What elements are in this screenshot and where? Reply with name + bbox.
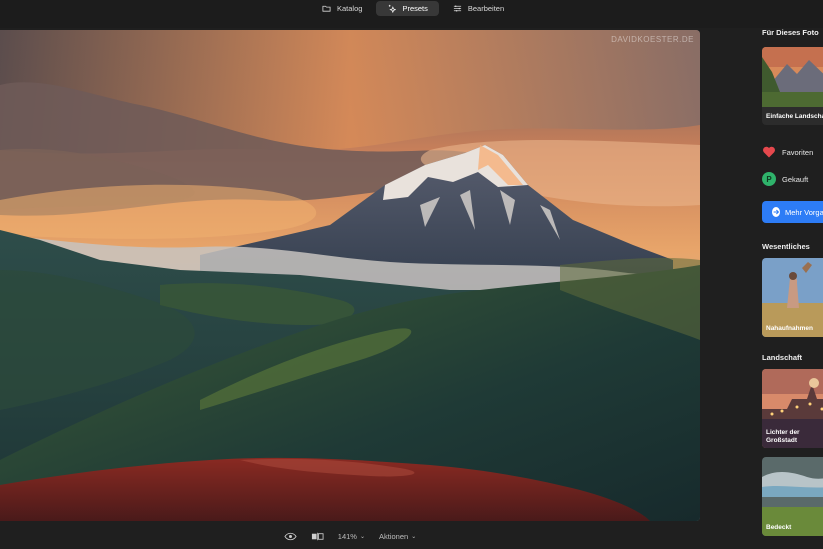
mode-tabs: Katalog Presets Bearbeiten [311, 1, 515, 17]
preset-einfache-landschaft[interactable]: Einfache Landschaft [762, 47, 823, 125]
purchased-label: Gekauft [782, 174, 809, 184]
tab-presets[interactable]: Presets [376, 1, 439, 16]
tab-presets-label: Presets [402, 4, 428, 13]
preset-label-line1: Lichter der [766, 429, 800, 436]
arrow-right-icon [772, 207, 780, 217]
tab-katalog-label: Katalog [337, 4, 363, 13]
tab-katalog[interactable]: Katalog [311, 1, 373, 16]
chevron-down-icon: ⌄ [411, 533, 417, 540]
compare-toggle[interactable] [311, 532, 324, 541]
preset-label: Bedeckt [766, 524, 792, 531]
zoom-dropdown[interactable]: 141% ⌄ [338, 532, 365, 541]
favorites-label: Favoriten [782, 147, 814, 157]
preview-toggle[interactable] [284, 532, 297, 541]
tab-bearbeiten[interactable]: Bearbeiten [442, 1, 515, 16]
watermark-text: DAVIDKOESTER.DE [611, 35, 694, 44]
chevron-down-icon: ⌄ [359, 533, 365, 540]
more-presets-button[interactable]: Mehr Vorgaben [762, 201, 823, 223]
actions-label: Aktionen [379, 531, 409, 541]
section-title-essentials: Wesentliches [762, 242, 810, 251]
preset-bedeckt[interactable]: Bedeckt [762, 457, 823, 536]
compare-icon [311, 532, 324, 540]
bottom-toolbar: 141% ⌄ Aktionen ⌄ [0, 523, 700, 549]
zoom-value: 141% [337, 531, 357, 541]
section-title-landscape: Landschaft [762, 353, 803, 362]
preset-nahaufnahmen[interactable]: Nahaufnahmen [762, 258, 823, 337]
actions-dropdown[interactable]: Aktionen ⌄ [379, 532, 416, 541]
sliders-icon [453, 5, 461, 12]
preset-label-line2: Großstadt [766, 437, 798, 444]
landscape-photo [0, 30, 700, 521]
preset-label: Einfache Landschaft [766, 113, 823, 120]
purchased-icon: P [762, 172, 776, 186]
folder-icon [322, 5, 331, 12]
section-title-this-photo: Für Dieses Foto [762, 28, 819, 37]
preset-thumbnail [762, 47, 823, 107]
tab-bearbeiten-label: Bearbeiten [467, 4, 505, 13]
preset-label: Nahaufnahmen [766, 325, 813, 332]
preset-lichter-der-grossstadt[interactable]: Lichter der Großstadt [762, 369, 823, 448]
top-bar: Katalog Presets Bearbeiten [0, 0, 823, 28]
app-window: Katalog Presets Bearbeiten DAVIDKOESTER.… [0, 0, 823, 549]
eye-icon [284, 532, 297, 540]
purchased-item[interactable]: P Gekauft [762, 172, 808, 186]
sparkle-icon [389, 4, 397, 13]
heart-icon [762, 145, 776, 159]
presets-sidebar: Für Dieses Foto Einfache Landschaft Favo… [752, 28, 823, 549]
favorites-item[interactable]: Favoriten [762, 145, 813, 159]
more-presets-label: Mehr Vorgaben [785, 207, 823, 217]
photo-canvas[interactable]: DAVIDKOESTER.DE [0, 30, 700, 521]
